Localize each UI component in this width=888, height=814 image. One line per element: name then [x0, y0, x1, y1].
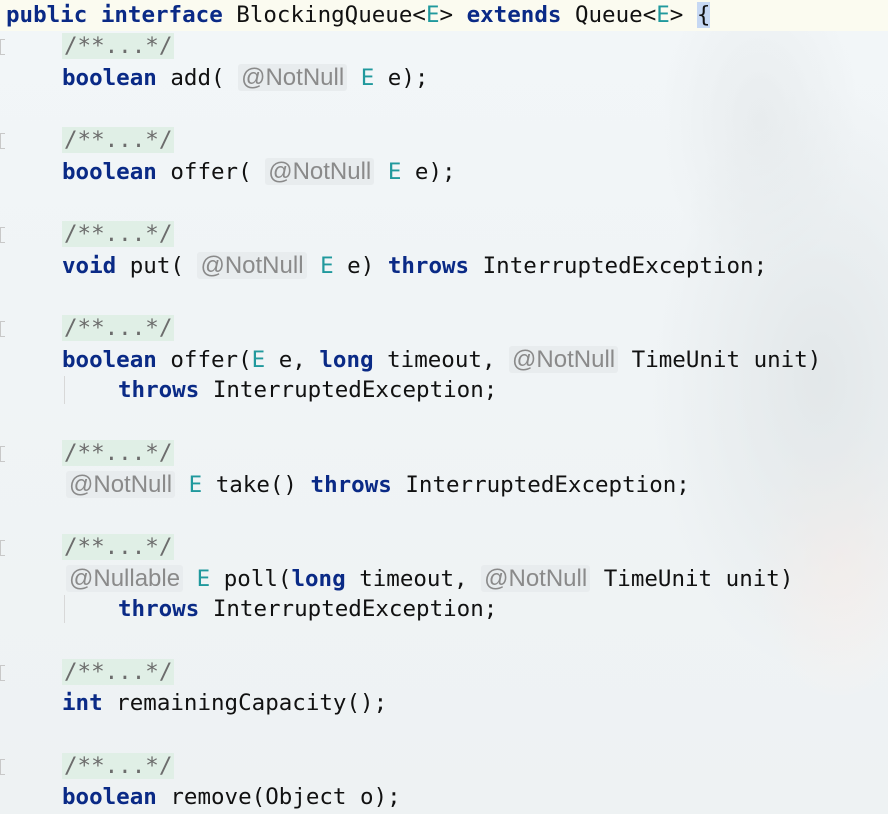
code-line-throws[interactable]: throws InterruptedException; — [118, 594, 497, 625]
method-offer: offer( — [156, 159, 252, 185]
fold-gutter-marker[interactable] — [0, 446, 5, 462]
keyword-throws: throws — [387, 253, 470, 279]
doc-comment-fold[interactable]: /**...*/ — [62, 751, 175, 782]
exception-type: InterruptedException; — [199, 596, 498, 622]
annotation-notnull: @NotNull — [481, 565, 591, 592]
keyword-throws: throws — [118, 377, 200, 403]
keyword-int: int — [62, 690, 103, 716]
annotation-notnull: @NotNull — [509, 346, 619, 373]
fold-gutter-marker[interactable] — [0, 39, 5, 55]
parent-type: Queue< — [561, 2, 657, 28]
annotation-notnull: @NotNull — [197, 252, 307, 279]
exception-type: InterruptedException; — [199, 377, 498, 403]
indent-guide — [64, 595, 65, 623]
folded-javadoc[interactable]: /**...*/ — [62, 127, 175, 153]
fold-gutter-marker[interactable] — [0, 665, 5, 681]
keyword-boolean: boolean — [62, 784, 157, 810]
code-line-remaining-capacity[interactable]: int remainingCapacity(); — [62, 688, 387, 719]
folded-javadoc[interactable]: /**...*/ — [62, 534, 175, 560]
code-line-take[interactable]: @NotNull E take() throws InterruptedExce… — [66, 469, 690, 500]
keyword-boolean: boolean — [62, 159, 157, 185]
keyword-boolean: boolean — [62, 347, 157, 373]
method-add: add( — [156, 65, 225, 91]
annotation-notnull: @NotNull — [66, 471, 176, 498]
param-tail: TimeUnit unit) — [618, 347, 822, 373]
type-param: E — [320, 253, 334, 279]
param-tail: TimeUnit unit) — [590, 566, 794, 592]
punct: > — [669, 2, 697, 28]
folded-javadoc[interactable]: /**...*/ — [62, 753, 175, 779]
doc-comment-fold[interactable]: /**...*/ — [62, 532, 175, 563]
exception-type: InterruptedException; — [391, 472, 690, 498]
code-line-put[interactable]: void put( @NotNull E e) throws Interrupt… — [62, 250, 767, 281]
folded-javadoc[interactable]: /**...*/ — [62, 315, 175, 341]
keyword-long: long — [291, 566, 346, 592]
folded-javadoc[interactable]: /**...*/ — [62, 659, 175, 685]
keyword-public: public — [6, 2, 88, 28]
param-tail: e); — [374, 65, 429, 91]
param-mid: timeout, — [373, 347, 510, 373]
punct: > — [439, 2, 467, 28]
open-brace-highlight: { — [696, 2, 711, 28]
keyword-interface: interface — [100, 2, 223, 28]
method-poll: poll( — [210, 566, 292, 592]
method-remove: remove(Object o); — [156, 784, 401, 810]
interface-name: BlockingQueue< — [236, 2, 426, 28]
method-put: put( — [116, 253, 184, 279]
keyword-boolean: boolean — [62, 65, 157, 91]
method-remaining-capacity: remainingCapacity(); — [102, 690, 388, 716]
fold-gutter-marker[interactable] — [0, 321, 5, 337]
code-line-poll[interactable]: @Nullable E poll(long timeout, @NotNull … — [66, 563, 793, 594]
keyword-throws: throws — [310, 472, 392, 498]
code-line-offer[interactable]: boolean offer( @NotNull E e); — [62, 156, 456, 187]
type-param: E — [188, 472, 203, 498]
type-param: E — [251, 347, 266, 373]
keyword-long: long — [319, 347, 374, 373]
indent-guide — [64, 376, 65, 404]
folded-javadoc[interactable]: /**...*/ — [62, 440, 175, 466]
param-tail: e); — [401, 159, 456, 185]
code-line-interface-declaration[interactable]: public interface BlockingQueue<E> extend… — [6, 0, 711, 31]
fold-gutter-marker[interactable] — [0, 540, 5, 556]
fold-gutter-marker[interactable] — [0, 133, 5, 149]
type-param: E — [387, 159, 402, 185]
code-line-add[interactable]: boolean add( @NotNull E e); — [62, 62, 428, 93]
folded-javadoc[interactable]: /**...*/ — [62, 33, 175, 59]
doc-comment-fold[interactable]: /**...*/ — [62, 31, 175, 62]
param-mid: e, — [265, 347, 320, 373]
type-param: E — [425, 2, 440, 28]
method-take: take() — [202, 472, 311, 498]
doc-comment-fold[interactable]: /**...*/ — [62, 125, 175, 156]
fold-gutter-marker[interactable] — [0, 227, 5, 243]
param-mid: e) — [333, 253, 388, 279]
method-offer: offer( — [156, 347, 252, 373]
annotation-notnull: @NotNull — [265, 158, 375, 185]
type-param: E — [656, 2, 670, 28]
annotation-notnull: @NotNull — [238, 64, 348, 91]
doc-comment-fold[interactable]: /**...*/ — [62, 657, 175, 688]
doc-comment-fold[interactable]: /**...*/ — [62, 219, 175, 250]
type-param: E — [360, 65, 375, 91]
type-param: E — [196, 566, 211, 592]
code-line-offer-timeout[interactable]: boolean offer(E e, long timeout, @NotNul… — [62, 344, 821, 375]
keyword-throws: throws — [118, 596, 200, 622]
code-line-throws[interactable]: throws InterruptedException; — [118, 375, 497, 406]
param-mid: timeout, — [345, 566, 482, 592]
keyword-extends: extends — [466, 2, 562, 28]
fold-gutter-marker[interactable] — [0, 759, 5, 775]
doc-comment-fold[interactable]: /**...*/ — [62, 313, 175, 344]
code-line-remove[interactable]: boolean remove(Object o); — [62, 782, 401, 813]
keyword-void: void — [62, 253, 117, 279]
folded-javadoc[interactable]: /**...*/ — [62, 221, 175, 247]
doc-comment-fold[interactable]: /**...*/ — [62, 438, 175, 469]
annotation-nullable: @Nullable — [66, 565, 184, 592]
exception-type: InterruptedException; — [469, 253, 768, 279]
